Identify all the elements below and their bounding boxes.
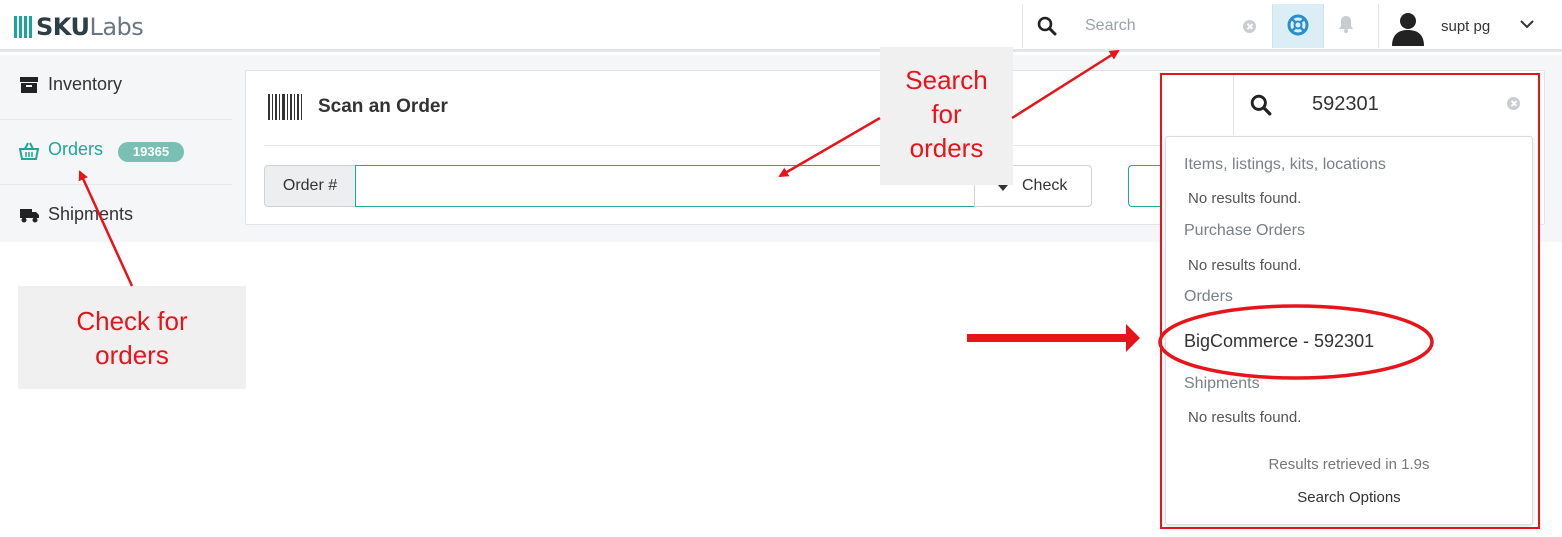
top-bar: SKULabs supt pg [0, 0, 1562, 52]
logo-text: SKULabs [36, 13, 144, 41]
search-icon [1037, 16, 1057, 36]
user-divider [1378, 4, 1379, 48]
results-empty-purchase-orders: No results found. [1188, 257, 1302, 274]
lifebuoy-icon [1287, 14, 1309, 36]
help-button[interactable] [1272, 4, 1324, 48]
search-options-link[interactable]: Search Options [1165, 489, 1533, 506]
check-callout-line: orders [95, 340, 169, 370]
order-number-label: Order # [264, 165, 356, 207]
global-search-input[interactable] [1085, 14, 1235, 38]
arrow-to-result [967, 324, 1140, 352]
results-heading-orders: Orders [1184, 288, 1233, 305]
check-callout: Check for orders [18, 286, 246, 389]
results-timing: Results retrieved in 1.9s [1268, 456, 1430, 473]
barcode-icon [268, 94, 302, 120]
sidebar-item-shipments[interactable]: Shipments [0, 185, 232, 250]
search-callout-line: for [931, 99, 962, 129]
dropdown-search-query[interactable]: 592301 [1312, 93, 1379, 116]
user-avatar-icon[interactable] [1390, 10, 1426, 46]
archive-box-icon [20, 77, 38, 93]
check-button-label: Check [1022, 177, 1068, 194]
sidebar-item-inventory[interactable]: Inventory [0, 55, 232, 120]
results-empty-shipments: No results found. [1188, 409, 1302, 426]
user-name[interactable]: supt pg [1441, 18, 1490, 35]
orders-count-badge: 19365 [118, 142, 184, 162]
order-result-link[interactable]: BigCommerce - 592301 [1184, 331, 1374, 352]
basket-icon [19, 142, 39, 160]
search-callout-line: orders [909, 133, 984, 163]
search-icon [1250, 94, 1272, 116]
global-search [1022, 4, 1272, 48]
clear-icon[interactable] [1507, 97, 1520, 110]
bell-icon[interactable] [1338, 14, 1354, 34]
dropdown-search-box[interactable] [1233, 75, 1538, 135]
clear-icon[interactable] [1243, 20, 1256, 33]
search-callout-line: Search [905, 65, 988, 95]
search-callout: Search for orders [880, 47, 1013, 185]
sidebar-item-label: Inventory [48, 74, 123, 94]
sidebar-item-orders[interactable]: Orders [0, 120, 232, 185]
sidebar-item-label: Orders [48, 139, 104, 159]
card-divider [264, 145, 1164, 146]
logo-barcode-icon [14, 16, 32, 38]
caret-down-icon [998, 185, 1008, 191]
results-heading-shipments: Shipments [1184, 375, 1260, 392]
skulabs-logo[interactable]: SKULabs [14, 12, 144, 42]
chevron-down-icon[interactable] [1519, 18, 1535, 30]
card-title: Scan an Order [318, 96, 448, 117]
truck-icon [20, 209, 39, 223]
check-callout-line: Check for [76, 306, 188, 336]
results-heading-purchase-orders: Purchase Orders [1184, 222, 1305, 239]
sidebar-item-label: Shipments [48, 204, 134, 224]
results-empty-items: No results found. [1188, 190, 1302, 207]
results-heading-items: Items, listings, kits, locations [1184, 156, 1386, 173]
